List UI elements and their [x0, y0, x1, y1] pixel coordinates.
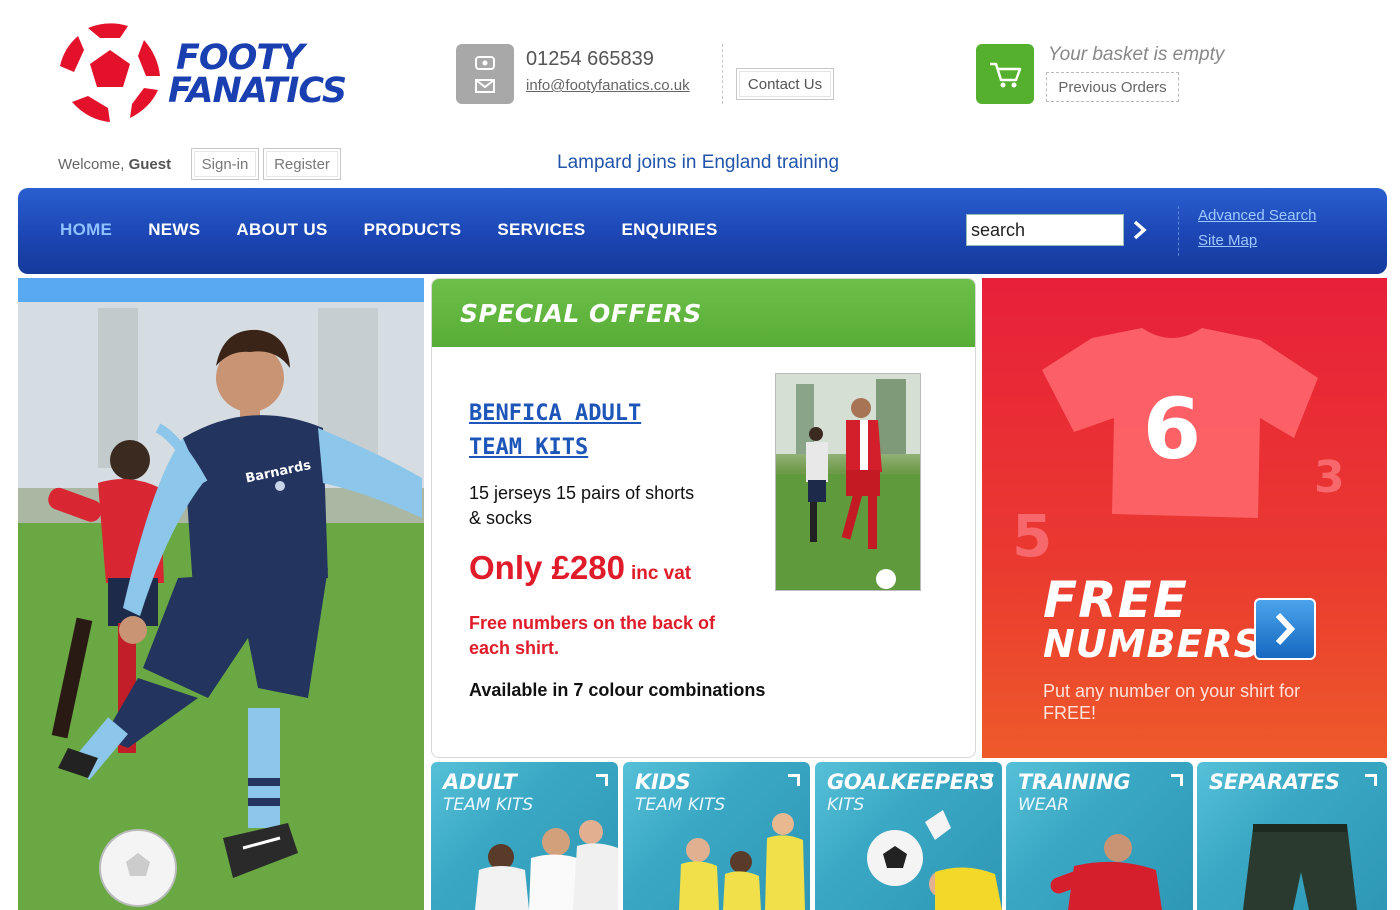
- user-name: Guest: [128, 156, 172, 173]
- site-map-link[interactable]: Site Map: [1198, 232, 1257, 249]
- site-logo[interactable]: FOOTY FANATICS: [58, 20, 358, 130]
- nav-menu: HOME NEWS ABOUT US PRODUCTS SERVICES ENQ…: [60, 220, 754, 240]
- offer-product-link[interactable]: BENFICA ADULT TEAM KITS: [469, 397, 729, 465]
- offer-note: Free numbers on the back of each shirt.: [469, 613, 716, 658]
- offer-price-value: Only £280: [469, 549, 625, 586]
- search-input[interactable]: [966, 214, 1124, 246]
- offer-link-line-2: TEAM KITS: [469, 435, 589, 460]
- tile-title: SEPARATES: [1209, 770, 1340, 794]
- offer-description: 15 jerseys 15 pairs of shorts & socks: [469, 483, 695, 528]
- contact-us-label: Contact Us: [747, 75, 823, 93]
- offer-availability: Available in 7 colour combinations: [469, 680, 766, 700]
- brand-name: FOOTY FANATICS: [168, 41, 347, 111]
- divider: [1178, 206, 1179, 256]
- basket-status: Your basket is empty: [1048, 44, 1225, 65]
- cart-icon[interactable]: [976, 44, 1034, 104]
- tile-subtitle: WEAR: [1018, 795, 1069, 815]
- tile-subtitle: TEAM KITS: [443, 795, 534, 815]
- shirt-number: 6: [1143, 380, 1201, 478]
- register-button[interactable]: Register: [263, 148, 341, 180]
- free-numbers-subtext: Put any number on your shirt for FREE!: [1043, 681, 1301, 723]
- email-link[interactable]: info@footyfanatics.co.uk: [526, 77, 690, 94]
- special-offers-panel: SPECIAL OFFERS BENFICA ADULT TEAM KITS 1…: [431, 278, 976, 758]
- search-go-icon[interactable]: [1128, 216, 1152, 244]
- number-right: 3: [1314, 452, 1345, 503]
- previous-orders-button[interactable]: Previous Orders: [1046, 72, 1179, 102]
- divider: [722, 44, 723, 104]
- free-numbers-arrow-icon[interactable]: [1254, 598, 1316, 660]
- tile-subtitle: KITS: [827, 795, 865, 815]
- advanced-search-link[interactable]: Advanced Search: [1198, 207, 1316, 224]
- tile-kids-team-kits[interactable]: KIDS TEAM KITS: [623, 762, 810, 910]
- tile-title: TRAINING: [1018, 770, 1131, 794]
- football-logo-icon: [60, 22, 160, 122]
- nav-about-us[interactable]: ABOUT US: [236, 220, 327, 240]
- corner-arrow-icon: [788, 774, 800, 786]
- hero-top-strip: [18, 278, 424, 302]
- nav-services[interactable]: SERVICES: [497, 220, 585, 240]
- hero-player-photo: Barnards: [18, 278, 424, 910]
- register-label: Register: [274, 155, 330, 173]
- free-numbers-title: FREE NUMBERS: [1043, 571, 1263, 666]
- number-left: 5: [1012, 502, 1052, 570]
- special-offers-title: SPECIAL OFFERS: [460, 299, 702, 328]
- welcome-text: Welcome, Guest: [58, 156, 171, 173]
- offer-product-image[interactable]: [775, 373, 921, 591]
- offer-price: Only £280 inc vat: [469, 549, 691, 587]
- corner-arrow-icon: [1171, 774, 1183, 786]
- tile-goalkeepers-kits[interactable]: GOALKEEPERS KITS: [815, 762, 1002, 910]
- corner-arrow-icon: [1365, 774, 1377, 786]
- nav-products[interactable]: PRODUCTS: [364, 220, 462, 240]
- sign-in-label: Sign-in: [201, 155, 249, 173]
- free-numbers-promo[interactable]: 6 5 3 FREE NUMBERS Put any number on you…: [982, 278, 1387, 758]
- free-title-line-1: FREE: [1043, 571, 1188, 629]
- phone-mail-icon: [456, 44, 514, 104]
- sign-in-button[interactable]: Sign-in: [191, 148, 259, 180]
- shirt-graphic: 6 5 3: [1012, 328, 1345, 570]
- nav-news[interactable]: NEWS: [148, 220, 200, 240]
- hero-illustration: Barnards: [18, 302, 424, 910]
- tile-adult-team-kits[interactable]: ADULT TEAM KITS: [431, 762, 618, 910]
- tile-subtitle: TEAM KITS: [635, 795, 726, 815]
- phone-number: 01254 665839: [526, 48, 654, 70]
- contact-us-button[interactable]: Contact Us: [736, 68, 834, 100]
- corner-arrow-icon: [980, 774, 992, 786]
- tile-separates[interactable]: SEPARATES: [1197, 762, 1387, 910]
- main-navigation: HOME NEWS ABOUT US PRODUCTS SERVICES ENQ…: [18, 188, 1387, 274]
- nav-home[interactable]: HOME: [60, 220, 112, 240]
- welcome-label: Welcome,: [58, 156, 125, 173]
- offer-price-suffix: inc vat: [630, 563, 692, 584]
- nav-enquiries[interactable]: ENQUIRIES: [621, 220, 717, 240]
- tile-title: KIDS: [635, 770, 691, 794]
- corner-arrow-icon: [596, 774, 608, 786]
- brand-line-2: FANATICS: [168, 71, 347, 111]
- tile-training-wear[interactable]: TRAINING WEAR: [1006, 762, 1193, 910]
- free-title-line-2: NUMBERS: [1043, 622, 1263, 666]
- tile-title: ADULT: [443, 770, 517, 794]
- special-offers-header: SPECIAL OFFERS: [432, 279, 975, 347]
- offer-link-line-1: BENFICA ADULT: [469, 401, 642, 426]
- news-ticker[interactable]: Lampard joins in England training: [557, 152, 839, 174]
- tile-title: GOALKEEPERS: [827, 770, 995, 794]
